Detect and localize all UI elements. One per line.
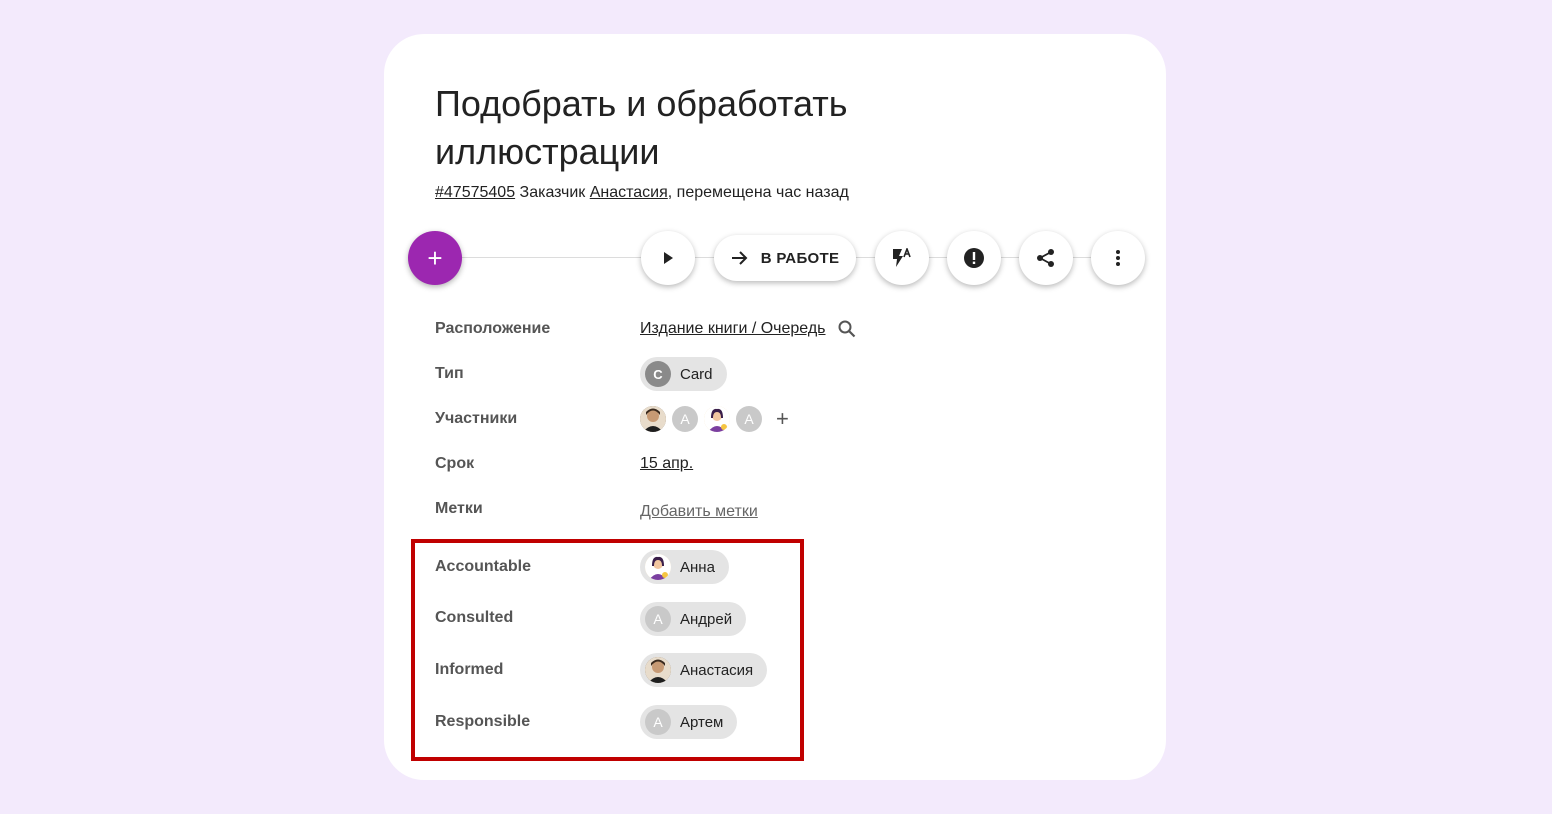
- automation-button[interactable]: [875, 231, 929, 285]
- share-icon: [1037, 249, 1054, 267]
- person-name: Андрей: [680, 610, 733, 628]
- add-member-icon[interactable]: +: [776, 408, 789, 430]
- type-chip-label: Card: [680, 365, 713, 383]
- person-name: Артем: [680, 713, 724, 731]
- status-button[interactable]: В РАБОТЕ: [714, 235, 856, 281]
- due-value: 15 апр.: [640, 455, 693, 473]
- play-icon: [664, 252, 673, 264]
- due-date-link[interactable]: 15 апр.: [640, 455, 693, 473]
- raci-value: Анна: [640, 550, 729, 584]
- tags-value: Добавить метки: [640, 503, 758, 521]
- person-name: Анастасия: [680, 661, 754, 679]
- customer-label: Заказчик: [519, 184, 586, 201]
- moved-text: , перемещена час назад: [667, 184, 849, 201]
- type-value: C Card: [640, 357, 727, 391]
- alert-icon: [964, 248, 984, 268]
- search-icon[interactable]: [838, 320, 856, 338]
- avatar: A: [645, 606, 671, 632]
- customer-link[interactable]: Анастасия: [590, 184, 668, 201]
- person-chip[interactable]: Анна: [640, 550, 729, 584]
- add-tags-link[interactable]: Добавить метки: [640, 503, 758, 521]
- member-avatar-letter[interactable]: A: [736, 406, 762, 432]
- task-meta: #47575405 Заказчик Анастасия, перемещена…: [435, 184, 849, 202]
- raci-value: A Артем: [640, 705, 738, 739]
- raci-value: A Андрей: [640, 602, 747, 636]
- person-name: Анна: [680, 558, 715, 576]
- priority-button[interactable]: [947, 231, 1001, 285]
- raci-label: Responsible: [435, 713, 531, 730]
- raci-value: Анастасия: [640, 653, 768, 687]
- task-title[interactable]: Подобрать и обработать иллюстрации: [435, 80, 995, 176]
- task-card: Подобрать и обработать иллюстрации #4757…: [384, 34, 1166, 780]
- person-chip[interactable]: A Андрей: [640, 602, 747, 636]
- type-label: Тип: [435, 365, 464, 382]
- member-avatar-photo[interactable]: [640, 406, 666, 432]
- type-avatar: C: [645, 361, 671, 387]
- location-link[interactable]: Издание книги / Очередь: [640, 320, 826, 338]
- location-label: Расположение: [435, 320, 551, 337]
- more-vertical-icon: [1116, 250, 1120, 266]
- share-button[interactable]: [1019, 231, 1073, 285]
- member-avatar-letter[interactable]: A: [672, 406, 698, 432]
- raci-label: Accountable: [435, 558, 532, 575]
- person-chip[interactable]: Анастасия: [640, 653, 768, 687]
- flash-auto-icon: [893, 248, 911, 267]
- start-timer-button[interactable]: [641, 231, 695, 285]
- avatar: [645, 657, 671, 683]
- tags-label: Метки: [435, 500, 483, 517]
- members-list: A A +: [640, 406, 789, 432]
- person-chip[interactable]: A Артем: [640, 705, 738, 739]
- type-chip[interactable]: C Card: [640, 357, 727, 391]
- task-id-link[interactable]: #47575405: [435, 184, 515, 201]
- raci-label: Consulted: [435, 609, 514, 626]
- due-label: Срок: [435, 455, 475, 472]
- add-button[interactable]: +: [408, 231, 462, 285]
- arrow-right-icon: [731, 250, 749, 266]
- location-value: Издание книги / Очередь: [640, 320, 856, 338]
- raci-label: Informed: [435, 661, 504, 678]
- status-label: В РАБОТЕ: [760, 249, 840, 267]
- more-button[interactable]: [1091, 231, 1145, 285]
- avatar: A: [645, 709, 671, 735]
- avatar: [645, 554, 671, 580]
- members-label: Участники: [435, 410, 518, 427]
- member-avatar-illustration[interactable]: [704, 406, 730, 432]
